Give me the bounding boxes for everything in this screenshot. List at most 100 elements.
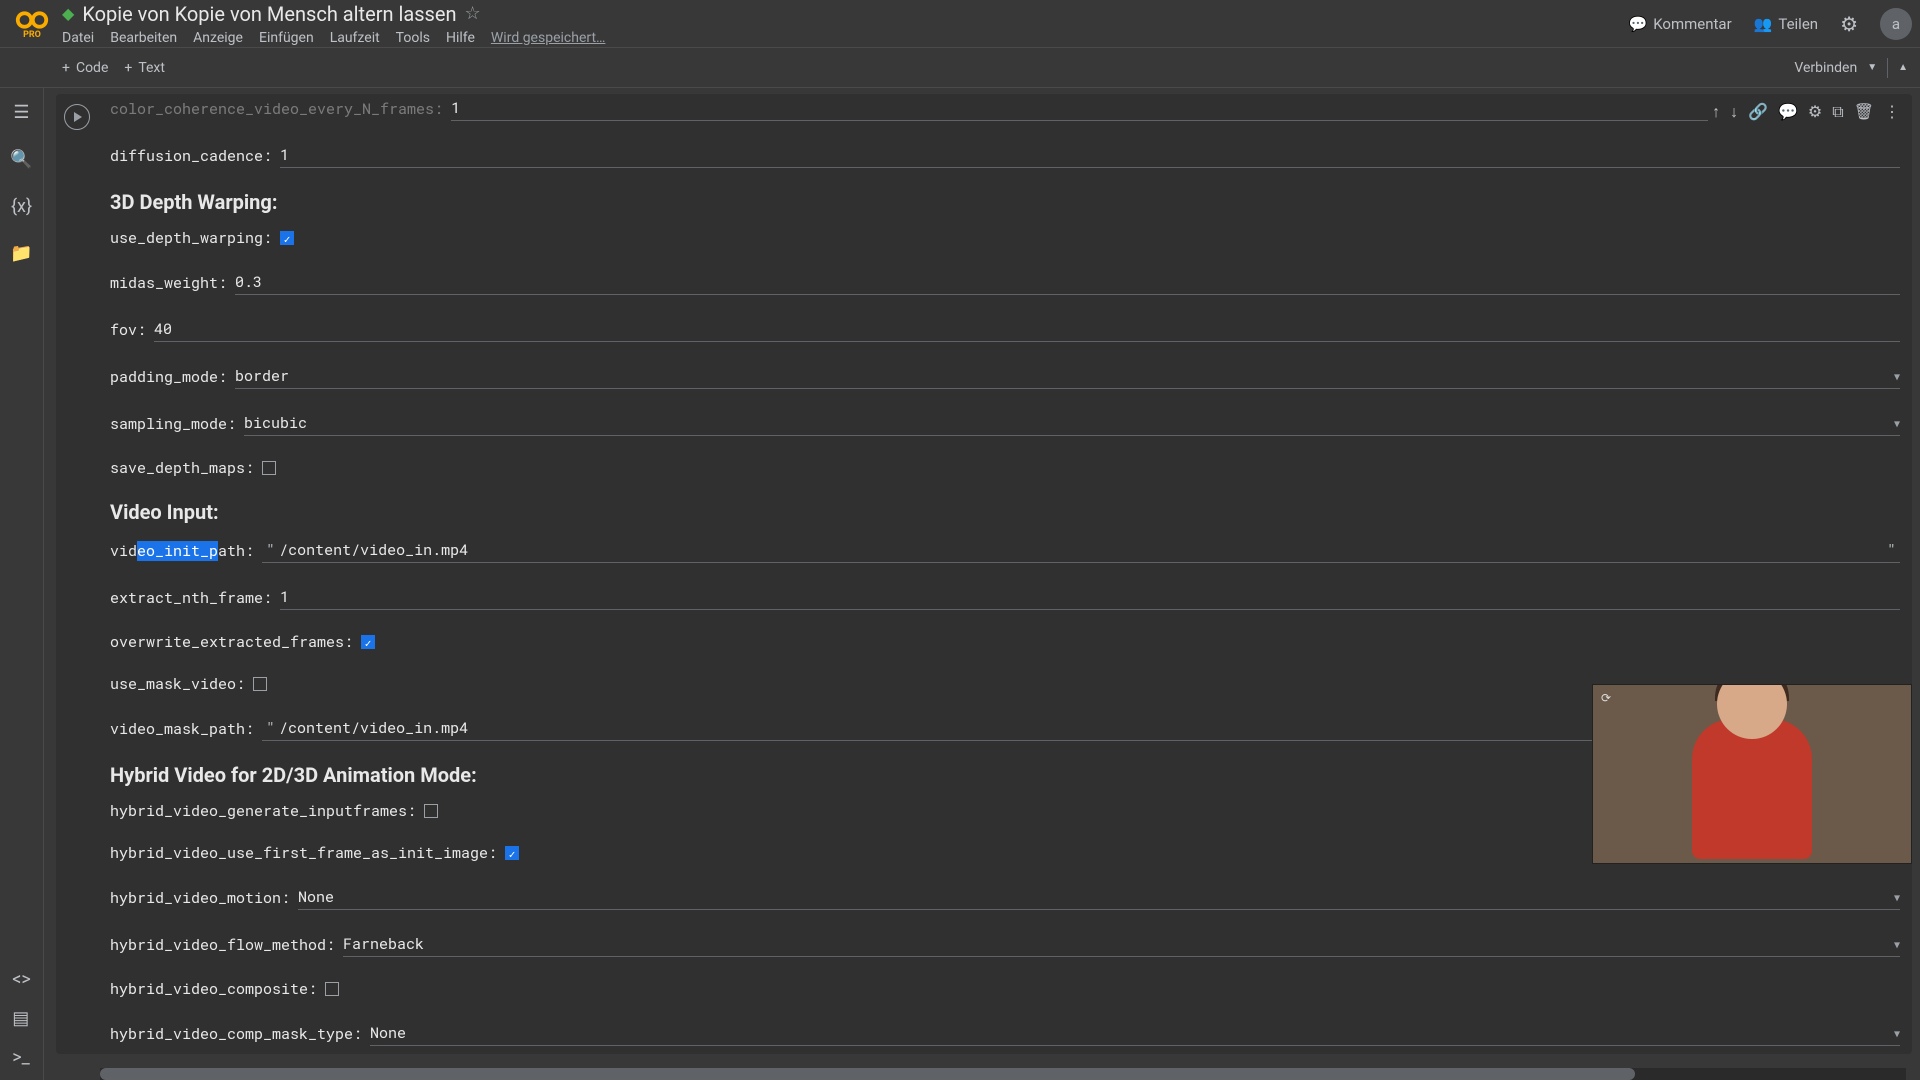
section-3d-depth: 3D Depth Warping: — [110, 190, 1900, 214]
connect-dropdown-icon[interactable]: ▼ — [1867, 62, 1877, 73]
webcam-overlay: ⟳ — [1592, 684, 1912, 864]
padding-mode-value: border — [235, 366, 289, 386]
form-cell: ↑ ↓ 🔗 💬 ⚙ ⧉ 🗑 ⋮ color_coherence_video_ev… — [56, 94, 1912, 1054]
hybrid-motion-value: None — [298, 887, 334, 907]
chevron-down-icon: ▼ — [1894, 891, 1900, 904]
hybrid-motion-label: hybrid_video_motion: — [110, 888, 290, 908]
play-icon — [74, 112, 82, 122]
video-mask-path-label: video_mask_path: — [110, 719, 254, 739]
menu-hilfe[interactable]: Hilfe — [446, 30, 475, 46]
extract-nth-frame-input[interactable] — [280, 585, 1900, 610]
collapse-icon[interactable]: ▲ — [1898, 62, 1908, 73]
settings-icon[interactable]: ⚙ — [1840, 12, 1858, 36]
use-mask-video-checkbox[interactable] — [253, 677, 267, 691]
sampling-mode-label: sampling_mode: — [110, 414, 236, 434]
search-icon[interactable]: 🔍 — [10, 149, 32, 170]
avatar[interactable]: a — [1880, 8, 1912, 40]
code-snippet-icon[interactable]: <> — [12, 969, 31, 990]
horizontal-scrollbar[interactable] — [100, 1068, 1906, 1080]
chevron-down-icon: ▼ — [1894, 938, 1900, 951]
menu-tools[interactable]: Tools — [396, 30, 430, 46]
pro-badge: PRO — [23, 30, 41, 40]
menu-anzeige[interactable]: Anzeige — [193, 30, 243, 46]
padding-mode-select[interactable]: border ▼ — [235, 364, 1900, 389]
plus-icon: + — [124, 60, 132, 76]
connect-button[interactable]: Verbinden — [1794, 60, 1857, 76]
close-quote: " — [1883, 540, 1900, 560]
hybrid-mask-type-select[interactable]: None ▼ — [370, 1021, 1900, 1046]
extract-nth-frame-label: extract_nth_frame: — [110, 588, 272, 608]
padding-mode-label: padding_mode: — [110, 367, 227, 387]
menu-laufzeit[interactable]: Laufzeit — [330, 30, 380, 46]
add-code-label: Code — [76, 60, 108, 76]
save-depth-maps-checkbox[interactable] — [262, 461, 276, 475]
comment-icon: 💬 — [1629, 15, 1648, 33]
add-code-button[interactable]: + Code — [54, 56, 116, 80]
app-header: PRO ◆ Kopie von Kopie von Mensch altern … — [0, 0, 1920, 48]
midas-weight-label: midas_weight: — [110, 273, 227, 293]
menu-einfuegen[interactable]: Einfügen — [259, 30, 314, 46]
fov-input[interactable] — [154, 317, 1900, 342]
diffusion-cadence-input[interactable] — [280, 143, 1900, 168]
toc-icon[interactable]: ☰ — [13, 102, 29, 123]
menu-datei[interactable]: Datei — [62, 30, 94, 46]
command-palette-icon[interactable]: ▤ — [12, 1008, 31, 1029]
notebook-content: ↑ ↓ 🔗 💬 ⚙ ⧉ 🗑 ⋮ color_coherence_video_ev… — [44, 88, 1920, 1080]
midas-weight-input[interactable] — [235, 270, 1900, 295]
hybrid-flow-value: Farneback — [343, 934, 424, 954]
use-depth-warping-checkbox[interactable]: ✓ — [280, 231, 294, 245]
menu-bearbeiten[interactable]: Bearbeiten — [110, 30, 177, 46]
folder-icon[interactable]: 📁 — [10, 243, 32, 264]
save-depth-maps-label: save_depth_maps: — [110, 458, 254, 478]
logo-block[interactable]: PRO — [8, 8, 56, 40]
share-button[interactable]: 👥 Teilen — [1754, 15, 1818, 33]
hybrid-flow-label: hybrid_video_flow_method: — [110, 935, 335, 955]
comment-label: Kommentar — [1653, 15, 1731, 33]
hybrid-generate-label: hybrid_video_generate_inputframes: — [110, 801, 416, 821]
variables-icon[interactable]: {x} — [11, 196, 32, 217]
use-mask-video-label: use_mask_video: — [110, 674, 245, 694]
menu-bar: Datei Bearbeiten Anzeige Einfügen Laufze… — [62, 30, 605, 46]
save-status[interactable]: Wird gespeichert… — [491, 30, 606, 46]
comment-button[interactable]: 💬 Kommentar — [1629, 15, 1732, 33]
sampling-mode-value: bicubic — [244, 413, 307, 433]
hybrid-first-frame-label: hybrid_video_use_first_frame_as_init_ima… — [110, 843, 497, 863]
diffusion-cadence-label: diffusion_cadence: — [110, 146, 272, 166]
overwrite-extracted-frames-checkbox[interactable]: ✓ — [361, 635, 375, 649]
section-video-input: Video Input: — [110, 500, 1900, 524]
sampling-mode-select[interactable]: bicubic ▼ — [244, 411, 1900, 436]
cell-settings-icon[interactable]: ⚙ — [1808, 102, 1822, 122]
hybrid-first-frame-checkbox[interactable]: ✓ — [505, 846, 519, 860]
color-coherence-input[interactable] — [451, 96, 1900, 121]
link-icon[interactable]: 🔗 — [1748, 102, 1768, 122]
use-depth-warping-label: use_depth_warping: — [110, 228, 272, 248]
video-init-path-input[interactable] — [279, 538, 1883, 562]
delete-icon[interactable]: 🗑 — [1854, 102, 1874, 122]
add-text-button[interactable]: + Text — [116, 56, 173, 80]
star-icon[interactable]: ☆ — [465, 3, 481, 24]
move-down-icon[interactable]: ↓ — [1730, 102, 1738, 122]
colab-logo-icon — [14, 8, 50, 32]
cell-toolbar: ↑ ↓ 🔗 💬 ⚙ ⧉ 🗑 ⋮ — [1708, 100, 1904, 124]
run-cell-button[interactable] — [64, 104, 90, 130]
document-title[interactable]: Kopie von Kopie von Mensch altern lassen — [82, 2, 456, 26]
terminal-icon[interactable]: >_ — [12, 1047, 31, 1068]
move-up-icon[interactable]: ↑ — [1712, 102, 1720, 122]
hybrid-generate-checkbox[interactable] — [424, 804, 438, 818]
video-init-path-input-wrap[interactable]: " " — [262, 538, 1900, 563]
more-icon[interactable]: ⋮ — [1884, 102, 1900, 122]
hybrid-mask-type-value: None — [370, 1023, 406, 1043]
webcam-person — [1692, 719, 1812, 859]
hybrid-composite-label: hybrid_video_composite: — [110, 979, 317, 999]
left-rail: ☰ 🔍 {x} 📁 <> ▤ >_ — [0, 88, 44, 1080]
mirror-icon[interactable]: ⧉ — [1832, 102, 1843, 122]
chevron-down-icon: ▼ — [1894, 370, 1900, 383]
cell-comment-icon[interactable]: 💬 — [1778, 102, 1798, 122]
chevron-down-icon: ▼ — [1894, 417, 1900, 430]
hybrid-composite-checkbox[interactable] — [325, 982, 339, 996]
hybrid-motion-select[interactable]: None ▼ — [298, 885, 1900, 910]
scrollbar-thumb[interactable] — [100, 1068, 1635, 1080]
hybrid-mask-type-label: hybrid_video_comp_mask_type: — [110, 1024, 362, 1044]
hybrid-flow-select[interactable]: Farneback ▼ — [343, 932, 1900, 957]
add-text-label: Text — [138, 60, 165, 76]
